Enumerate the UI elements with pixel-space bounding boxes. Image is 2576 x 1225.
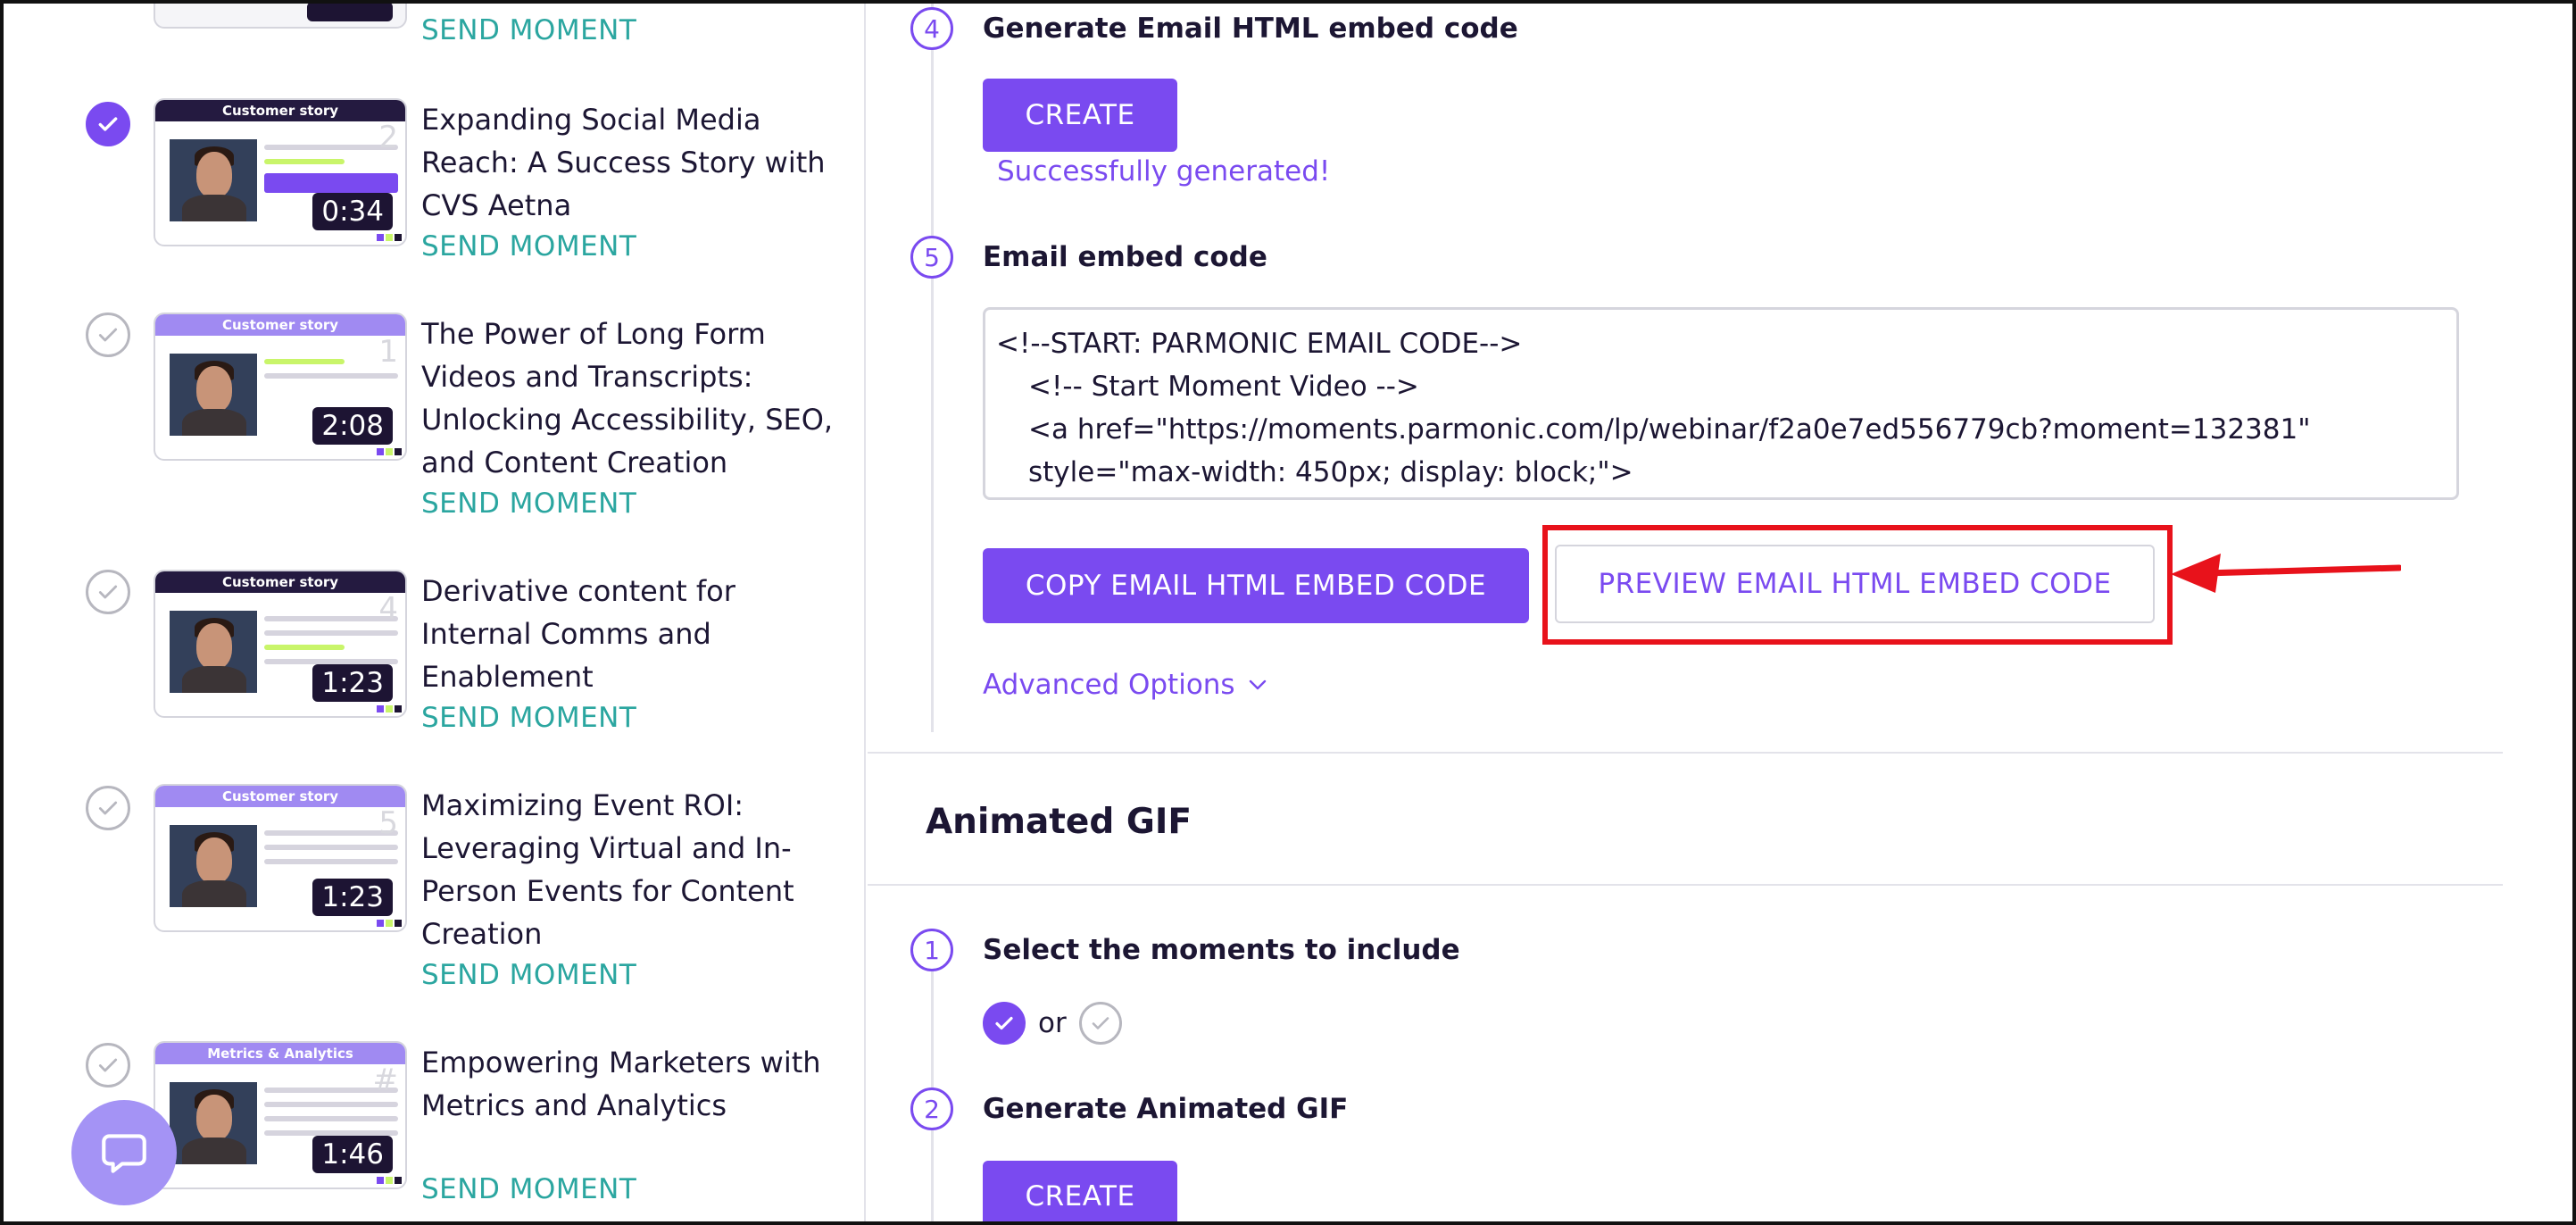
moment-checkbox[interactable] <box>86 786 130 830</box>
moment-checkbox[interactable] <box>86 1043 130 1088</box>
duration-badge: 1:23 <box>312 879 393 916</box>
moment-title[interactable]: Maximizing Event ROI: Leveraging Virtual… <box>421 784 850 955</box>
speaker-video-frame <box>170 354 257 436</box>
section-divider <box>868 884 2503 886</box>
section-title: Animated GIF <box>926 802 1192 842</box>
send-moment-link[interactable]: SEND MOMENT <box>421 959 636 991</box>
duration-badge: 0:34 <box>312 193 393 230</box>
speaker-video-frame <box>170 139 257 221</box>
select-all-checkbox[interactable] <box>983 1002 1026 1045</box>
moment-selection-row: or <box>983 1002 1122 1045</box>
chat-launcher-button[interactable] <box>71 1100 177 1205</box>
chat-bubble-icon <box>102 1134 146 1173</box>
moment-index: # <box>372 1062 399 1098</box>
moment-index: 2 <box>378 120 398 155</box>
advanced-options-toggle[interactable]: Advanced Options <box>983 669 1267 701</box>
thumbnail-banner: Customer story <box>155 571 405 593</box>
send-moment-link[interactable]: SEND MOMENT <box>421 488 636 520</box>
check-icon <box>995 1016 1013 1030</box>
moment-thumbnail[interactable]: Customer story 4 1:23 <box>154 570 407 718</box>
moment-title[interactable]: Empowering Marketers with Metrics and An… <box>421 1041 850 1127</box>
email-embed-code-textarea[interactable]: <!--START: PARMONIC EMAIL CODE--> <!-- S… <box>983 307 2459 500</box>
moment-selected-checkbox[interactable] <box>86 102 130 146</box>
duration-badge: 1:23 <box>312 664 393 702</box>
moment-thumbnail[interactable]: Customer story 5 1:23 <box>154 784 407 932</box>
step-connector <box>931 939 934 1225</box>
check-icon <box>98 328 118 342</box>
moment-thumbnail[interactable]: Customer story 1 2:08 <box>154 312 407 461</box>
thumbnail-banner: Customer story <box>155 314 405 336</box>
moment-thumbnail[interactable]: Metrics & Analytics # 1:46 <box>154 1041 407 1189</box>
moment-thumbnail[interactable]: Customer story 2 0:34 <box>154 98 407 246</box>
annotation-highlight-box <box>1542 525 2173 645</box>
annotation-arrow-icon <box>2171 554 2401 593</box>
step-title: Generate Animated GIF <box>983 1093 1349 1125</box>
chevron-down-icon <box>1249 679 1266 690</box>
step-title: Select the moments to include <box>983 934 1460 966</box>
send-moment-link[interactable]: SEND MOMENT <box>421 230 636 262</box>
check-icon <box>1092 1017 1109 1029</box>
create-gif-button[interactable]: CREATE <box>983 1161 1177 1225</box>
duration-badge: 2:08 <box>312 407 393 445</box>
check-icon <box>98 585 118 599</box>
step-connector <box>931 0 934 732</box>
speaker-video-frame <box>170 825 257 907</box>
thumbnail-banner: Customer story <box>155 786 405 807</box>
step-number: 4 <box>910 7 953 50</box>
moment-checkbox[interactable] <box>86 312 130 357</box>
send-moment-link[interactable]: SEND MOMENT <box>421 14 636 46</box>
step-number: 2 <box>910 1088 953 1130</box>
code-line: <a href="https://moments.parmonic.com/lp… <box>1028 413 2311 488</box>
speaker-video-frame <box>170 1082 257 1164</box>
thumbnail-banner: Metrics & Analytics <box>155 1043 405 1064</box>
check-icon <box>98 117 118 131</box>
section-divider <box>868 752 2503 754</box>
create-email-embed-button[interactable]: CREATE <box>983 79 1177 152</box>
advanced-options-label: Advanced Options <box>983 669 1235 701</box>
moment-index: 5 <box>378 805 398 841</box>
moments-list-panel[interactable]: SEND MOMENT Customer story 2 0:34 Expand… <box>32 0 866 1225</box>
send-moment-link[interactable]: SEND MOMENT <box>421 702 636 734</box>
success-message: Successfully generated! <box>997 155 1331 188</box>
speaker-video-frame <box>170 611 257 693</box>
step-title: Email embed code <box>983 241 1267 273</box>
moment-index: 4 <box>378 591 398 627</box>
step-title: Generate Email HTML embed code <box>983 12 1518 45</box>
moment-title[interactable]: The Power of Long Form Videos and Transc… <box>421 312 850 484</box>
code-line: <!--START: PARMONIC EMAIL CODE--> <box>996 328 1523 360</box>
send-moment-link[interactable]: SEND MOMENT <box>421 1173 636 1205</box>
moment-index: 1 <box>378 334 398 370</box>
step-number: 5 <box>910 236 953 279</box>
code-line: <!-- Start Moment Video --> <box>1028 371 1419 403</box>
copy-email-embed-button[interactable]: COPY EMAIL HTML EMBED CODE <box>983 548 1529 623</box>
duration-badge: 1:46 <box>312 1136 393 1173</box>
check-icon <box>98 801 118 815</box>
moment-thumbnail-partial[interactable] <box>154 0 407 29</box>
moment-title[interactable]: Expanding Social Media Reach: A Success … <box>421 98 850 227</box>
thumbnail-banner: Customer story <box>155 100 405 121</box>
moment-checkbox[interactable] <box>86 570 130 614</box>
deselect-all-checkbox[interactable] <box>1078 1002 1122 1045</box>
step-number: 1 <box>910 929 953 971</box>
or-label: or <box>1038 1007 1067 1039</box>
moment-title[interactable]: Derivative content for Internal Comms an… <box>421 570 850 698</box>
check-icon <box>98 1058 118 1072</box>
